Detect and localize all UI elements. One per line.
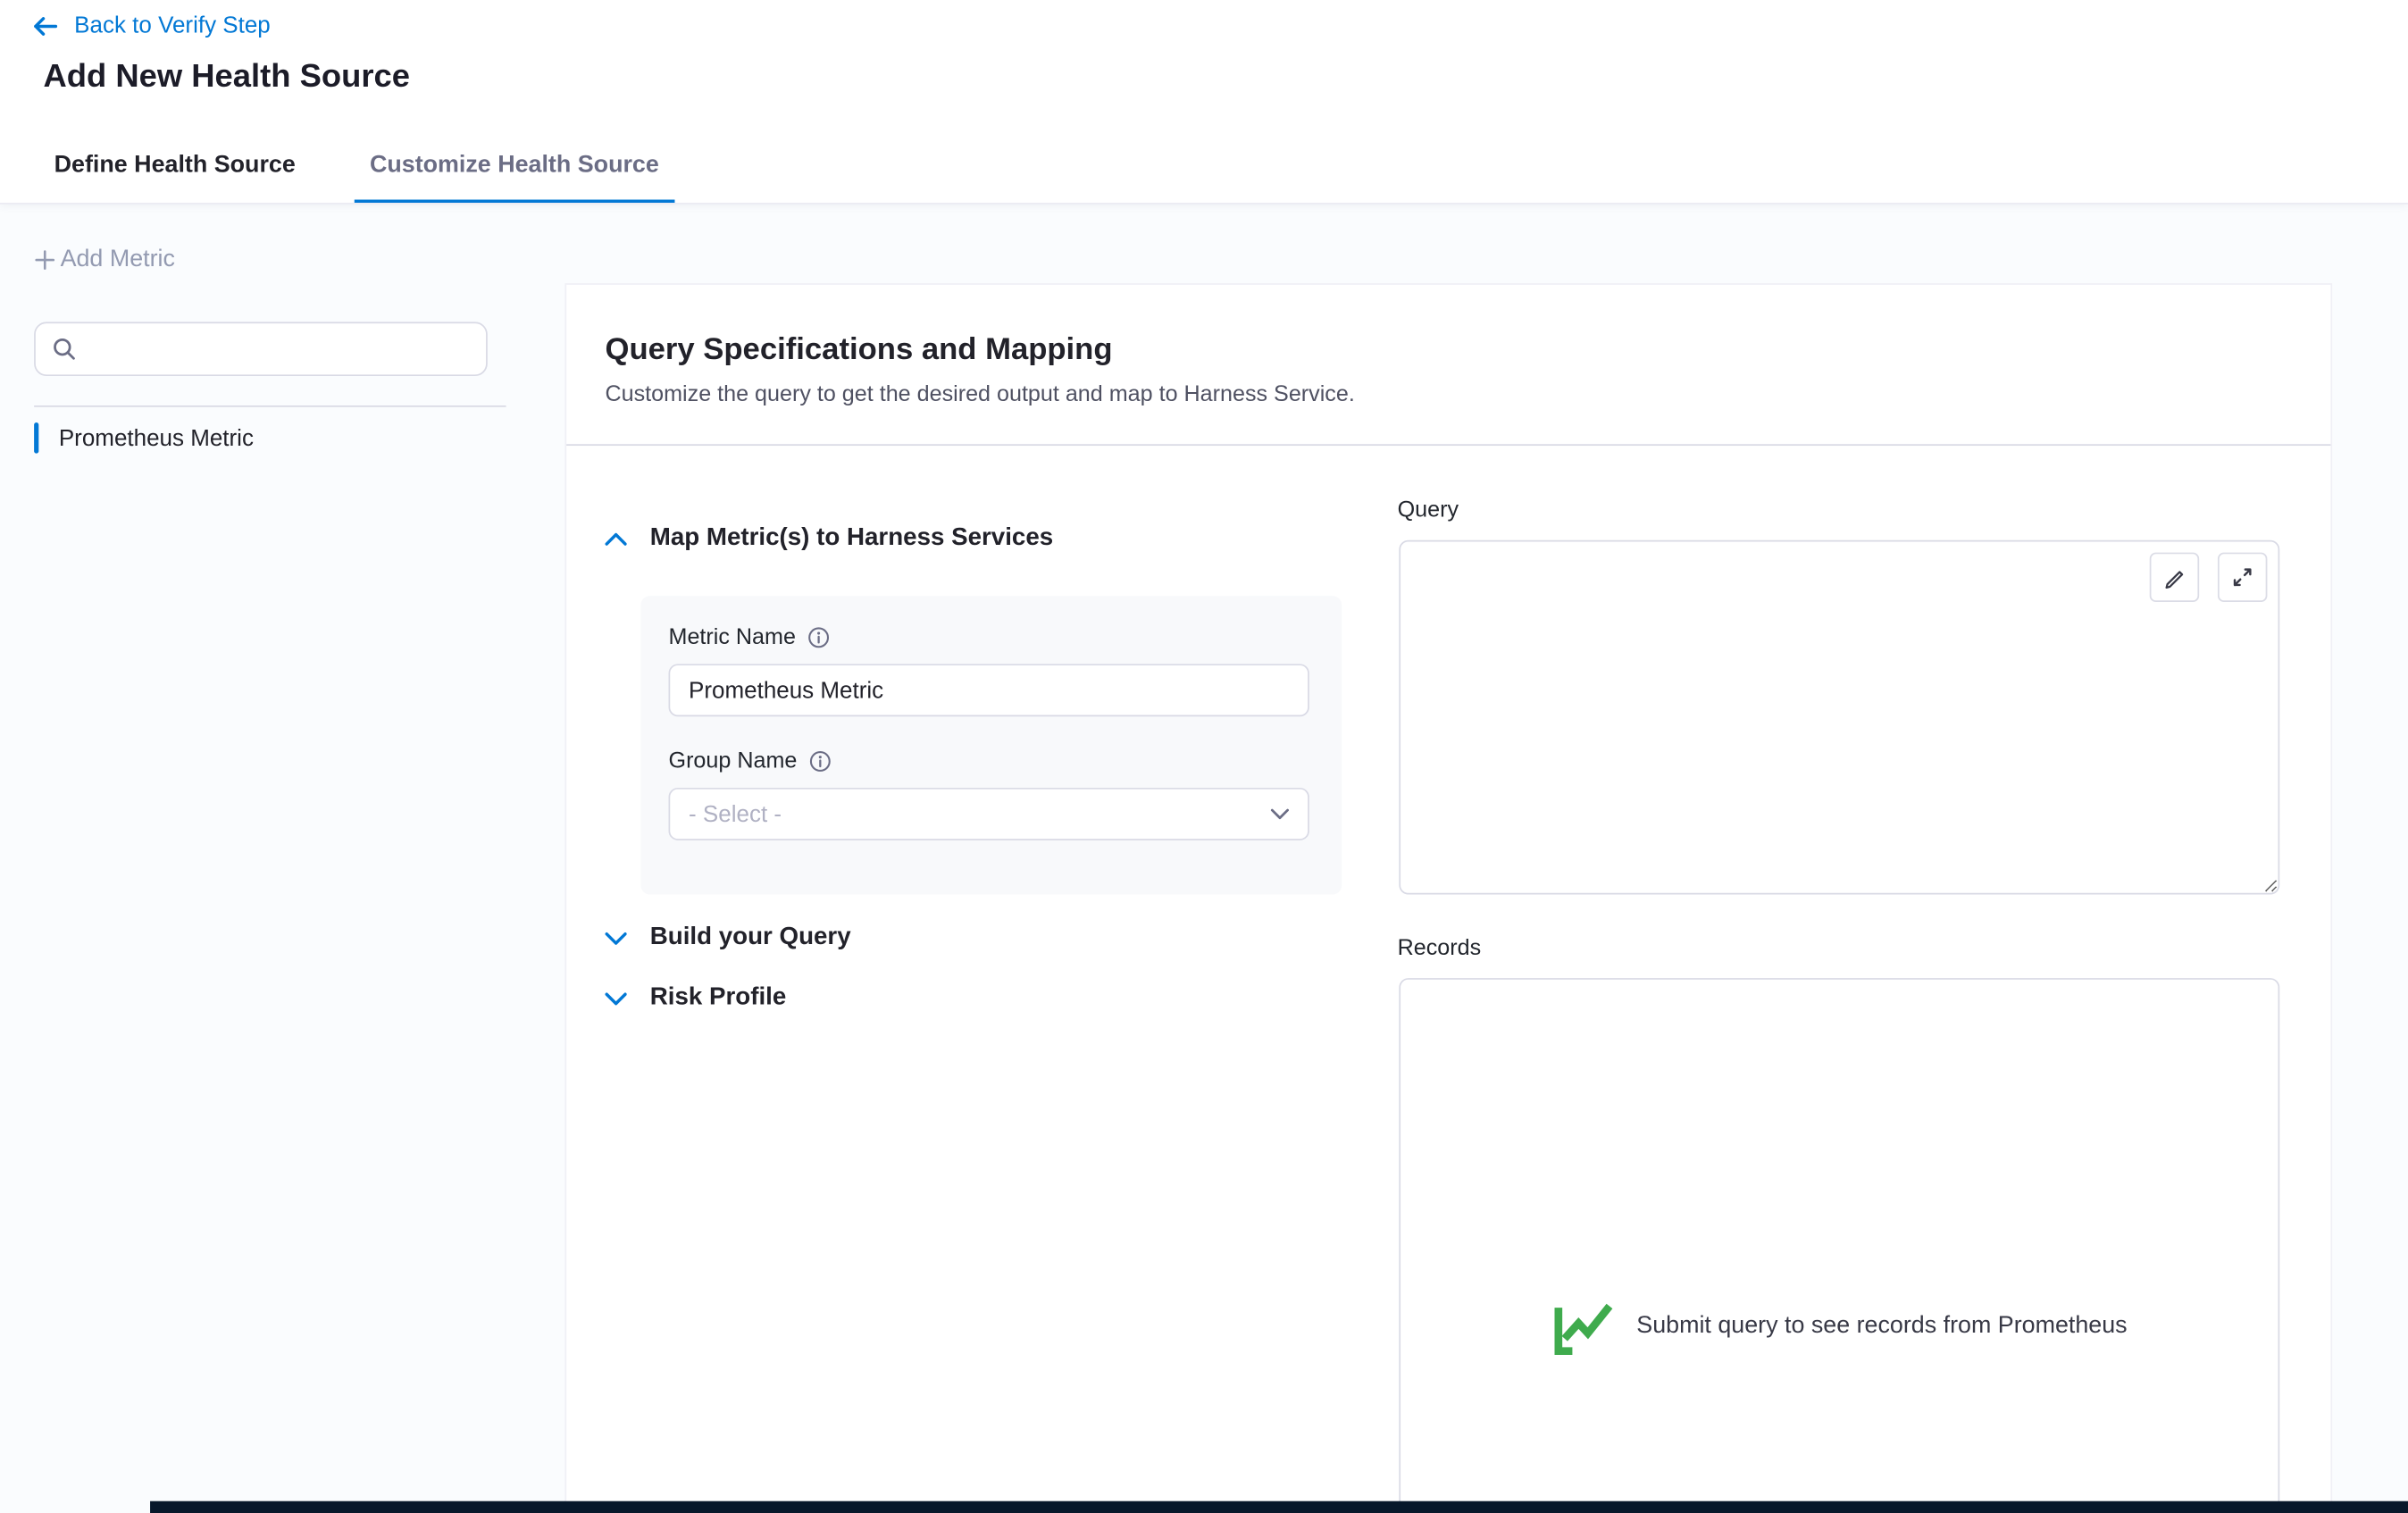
- pencil-icon: [2162, 564, 2187, 589]
- line-chart-icon: [1551, 1294, 1617, 1359]
- chevron-down-icon: [605, 931, 626, 945]
- section-subtitle: Customize the query to get the desired o…: [605, 382, 1354, 407]
- chevron-up-icon: [605, 531, 626, 546]
- tab-bar: Define Health Source Customize Health So…: [38, 133, 717, 203]
- add-metric-button[interactable]: Add Metric: [34, 246, 175, 273]
- metric-search: [34, 322, 488, 376]
- back-arrow-icon: [31, 13, 59, 38]
- chevron-down-icon: [1271, 807, 1290, 820]
- query-textarea[interactable]: [1399, 540, 2279, 895]
- info-icon: [809, 750, 831, 772]
- accordion-build-query[interactable]: Build your Query: [605, 924, 850, 951]
- header: Back to Verify Step Add New Health Sourc…: [0, 0, 2408, 203]
- metric-name-label: Metric Name: [669, 625, 831, 650]
- group-name-label: Group Name: [669, 749, 832, 774]
- content-area: Add Metric Prometheus Metric Que: [0, 203, 2408, 1513]
- metric-name-input[interactable]: [669, 664, 1309, 716]
- card-header: Query Specifications and Mapping Customi…: [566, 285, 2330, 446]
- page-title: Add New Health Source: [44, 59, 410, 96]
- metric-item-label: Prometheus Metric: [59, 425, 254, 451]
- tab-customize-health-source[interactable]: Customize Health Source: [355, 133, 675, 203]
- records-panel: Submit query to see records from Prometh…: [1399, 978, 2279, 1513]
- records-label: Records: [1398, 936, 1482, 961]
- search-icon: [53, 338, 76, 361]
- tab-define-health-source[interactable]: Define Health Source: [38, 133, 311, 203]
- group-name-select[interactable]: - Select -: [669, 788, 1309, 840]
- map-metric-form-panel: Metric Name Group Name: [640, 596, 1342, 894]
- add-metric-label: Add Metric: [61, 246, 175, 273]
- search-input[interactable]: [89, 337, 469, 362]
- edit-query-button[interactable]: [2150, 553, 2199, 602]
- metrics-sidebar: Add Metric Prometheus Metric: [0, 203, 564, 1513]
- tab-label: Customize Health Source: [370, 152, 659, 178]
- selected-indicator-bar: [34, 422, 38, 454]
- select-placeholder: - Select -: [689, 801, 782, 827]
- chevron-down-icon: [605, 991, 626, 1006]
- accordion-map-metrics[interactable]: Map Metric(s) to Harness Services: [605, 524, 1053, 552]
- accordion-risk-profile[interactable]: Risk Profile: [605, 984, 786, 1012]
- query-spec-card: Query Specifications and Mapping Customi…: [564, 283, 2332, 1513]
- accordion-label: Map Metric(s) to Harness Services: [650, 524, 1053, 552]
- back-link[interactable]: Back to Verify Step: [31, 13, 271, 38]
- expand-icon: [2230, 564, 2255, 589]
- metric-name-label-text: Metric Name: [669, 625, 796, 650]
- query-editor: [1399, 540, 2279, 895]
- accordion-label: Risk Profile: [650, 984, 787, 1012]
- info-icon: [808, 627, 830, 648]
- group-name-label-text: Group Name: [669, 749, 798, 774]
- footer-bar: [150, 1501, 2408, 1513]
- accordion-label: Build your Query: [650, 924, 851, 951]
- sidebar-divider: [34, 405, 506, 407]
- tab-label: Define Health Source: [54, 152, 296, 178]
- app-window: Back to Verify Step Add New Health Sourc…: [0, 0, 2408, 1513]
- plus-icon: [34, 249, 55, 271]
- metric-list-item-prometheus-metric[interactable]: Prometheus Metric: [34, 416, 254, 460]
- section-title: Query Specifications and Mapping: [605, 333, 1112, 369]
- expand-query-button[interactable]: [2218, 553, 2267, 602]
- query-label: Query: [1398, 498, 1459, 523]
- back-link-label: Back to Verify Step: [74, 13, 271, 38]
- records-empty-text: Submit query to see records from Prometh…: [1636, 1312, 2127, 1340]
